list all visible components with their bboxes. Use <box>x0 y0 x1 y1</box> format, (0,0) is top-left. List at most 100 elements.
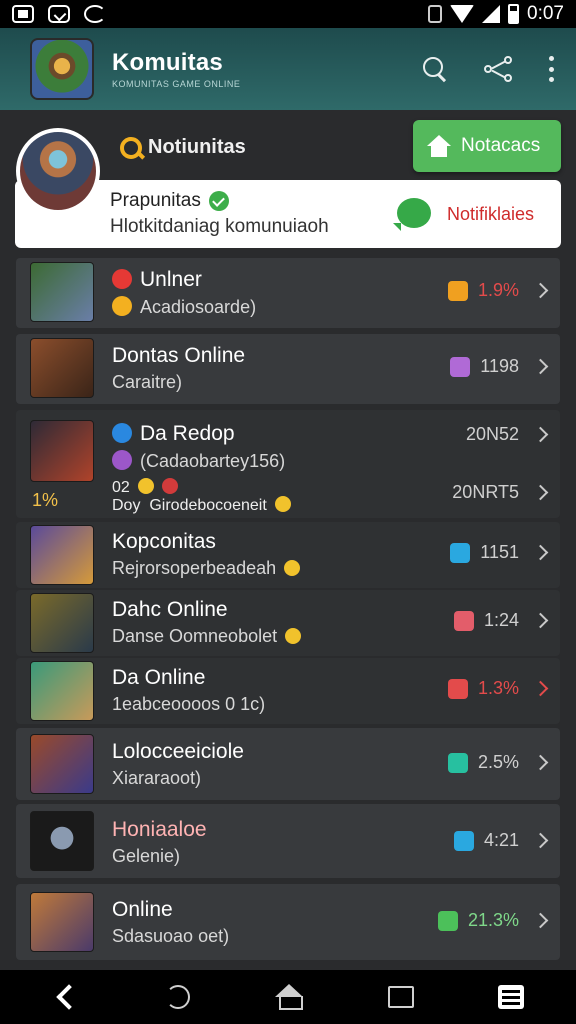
chevron-right-icon[interactable] <box>532 484 549 501</box>
chevron-right-icon[interactable] <box>532 544 549 561</box>
profile-card[interactable]: Prapunitas Hlotkitdaniag komunuiaoh Noti… <box>15 180 561 248</box>
list-item-subtitle: Gelenie) <box>112 846 181 866</box>
list-item-meta: 20N52 <box>465 424 549 445</box>
chevron-right-icon[interactable] <box>532 426 549 443</box>
sync-notification-icon <box>84 5 106 23</box>
list-item[interactable]: Da Online 1eabceoooos 0 1c) 1.3% <box>16 658 560 724</box>
notify-button[interactable]: Notacacs <box>413 120 561 172</box>
list-item-subtitle-text: (Cadaobartey156) <box>140 451 286 471</box>
tag-icon <box>453 610 474 631</box>
list-item-meta: 1.3% <box>447 678 549 699</box>
list-item-meta: 1:24 <box>453 610 549 631</box>
list-item[interactable]: Online Sdasuoao oet) 21.3% <box>16 884 560 960</box>
list-item-title: Kopconitas <box>112 530 216 553</box>
status-bar: 0:07 <box>0 0 576 28</box>
emoji-icon <box>137 478 154 494</box>
list-item[interactable]: Honiaaloe Gelenie) 4:21 <box>16 804 560 878</box>
list-item-subtitle-text: Danse Oomneobolet <box>112 626 278 646</box>
search-icon[interactable] <box>422 56 448 82</box>
chevron-right-icon[interactable] <box>532 680 549 697</box>
list-item-title: Da Redop <box>112 422 235 446</box>
game-thumbnail <box>30 262 94 322</box>
list-item-value-2: 20NRT5 <box>452 482 519 502</box>
chevron-right-icon[interactable] <box>532 282 549 299</box>
extra-sub: Girodebocoeneit <box>149 497 267 514</box>
game-thumbnail <box>30 811 94 871</box>
list-item-value: 1.3% <box>477 678 519 698</box>
profile-notifications-link[interactable]: Notifiklaies <box>447 204 534 225</box>
system-nav-bar <box>0 970 576 1024</box>
game-thumbnail <box>30 338 94 398</box>
recent-apps-icon[interactable] <box>388 986 414 1008</box>
home-nav-icon[interactable] <box>274 982 304 1012</box>
signal-icon <box>482 5 501 23</box>
list-item[interactable]: Unlner Acadiosoarde) 1.9% <box>16 258 560 328</box>
share-icon[interactable] <box>484 56 512 82</box>
chevron-right-icon[interactable] <box>532 754 549 771</box>
badge-icon <box>112 269 132 289</box>
list-item-subtitle-text: Rejrorsoperbeadeah <box>112 558 277 578</box>
list-item-meta: 1151 <box>450 542 549 563</box>
list-item-subtitle: Sdasuoao oet) <box>112 926 230 946</box>
list-item[interactable]: Lolocceeiciole Xiararaoot) 2.5% <box>16 728 560 800</box>
tag-icon <box>447 280 468 301</box>
list-item[interactable]: Kopconitas Rejrorsoperbeadeah 1151 <box>16 522 560 588</box>
list-item-value: 21.3% <box>467 910 519 930</box>
list-item-value: 2.5% <box>477 752 519 772</box>
list-item-subtitle: Xiararaoot) <box>112 768 202 788</box>
notify-button-label: Notacacs <box>461 135 541 156</box>
home-icon <box>427 135 451 157</box>
list-item-meta: 4:21 <box>453 830 549 851</box>
list-item-subtitle: Acadiosoarde) <box>112 296 256 318</box>
profile-name: Prapunitas <box>110 190 229 212</box>
back-icon[interactable] <box>52 982 82 1012</box>
alert-icon <box>161 478 178 494</box>
menu-icon[interactable] <box>498 985 524 1009</box>
list-item-subtitle: 1eabceoooos 0 1c) <box>112 694 266 714</box>
emoji-icon <box>284 560 301 576</box>
list-item[interactable]: Dahc Online Danse Oomneobolet 1:24 <box>16 590 560 656</box>
tag-icon <box>450 356 471 377</box>
emoji-icon <box>274 496 291 512</box>
game-thumbnail <box>30 593 94 653</box>
gallery-notification-icon <box>12 5 34 23</box>
undo-icon[interactable] <box>166 985 190 1009</box>
list-item-title: Unlner <box>112 268 202 292</box>
tag-icon <box>447 752 468 773</box>
checklist-notification-icon <box>48 5 70 23</box>
list-item-value: 4:21 <box>483 830 519 850</box>
list-item-value: 20N52 <box>465 424 519 444</box>
list-item-title: Lolocceeiciole <box>112 740 244 763</box>
list-item[interactable]: Dontas Online Caraitre) 1198 <box>16 334 560 404</box>
chevron-right-icon[interactable] <box>532 612 549 629</box>
extra-text: Doy <box>112 497 141 514</box>
list-item-subtitle-text: Acadiosoarde) <box>140 297 257 317</box>
list-item-meta: 1.9% <box>447 280 549 301</box>
chevron-right-icon[interactable] <box>532 912 549 929</box>
side-percentage: 1% <box>32 490 59 510</box>
tag-icon <box>453 830 474 851</box>
list-item-title: Dahc Online <box>112 598 228 621</box>
tag-icon <box>447 678 468 699</box>
notifications-label: Notiunitas <box>120 136 246 159</box>
list-item-title: Honiaaloe <box>112 818 207 841</box>
list-item-title-text: Unlner <box>140 268 202 291</box>
coin-icon <box>112 296 132 316</box>
list-item-title: Da Online <box>112 666 206 689</box>
chat-bubble-icon[interactable] <box>393 198 431 231</box>
avatar[interactable] <box>16 128 100 214</box>
badge-icon <box>112 450 132 470</box>
tag-icon <box>450 542 471 563</box>
profile-subtitle: Hlotkitdaniag komunuiaoh <box>110 216 329 237</box>
chevron-right-icon[interactable] <box>532 832 549 849</box>
list-item-subtitle: Rejrorsoperbeadeah <box>112 558 301 579</box>
game-thumbnail <box>30 661 94 721</box>
battery-icon <box>508 4 520 24</box>
list-item-subtitle: Caraitre) <box>112 372 183 392</box>
list-item-expanded[interactable]: 1% Da Redop (Cadaobartey156) 02 Doy Giro… <box>16 410 560 518</box>
emoji-icon <box>285 628 302 644</box>
list-item-value: 1:24 <box>483 610 519 630</box>
community-header: Notiunitas Notacacs Prapunitas Hlotkitda… <box>0 110 576 260</box>
more-options-icon[interactable] <box>548 56 554 82</box>
chevron-right-icon[interactable] <box>532 358 549 375</box>
